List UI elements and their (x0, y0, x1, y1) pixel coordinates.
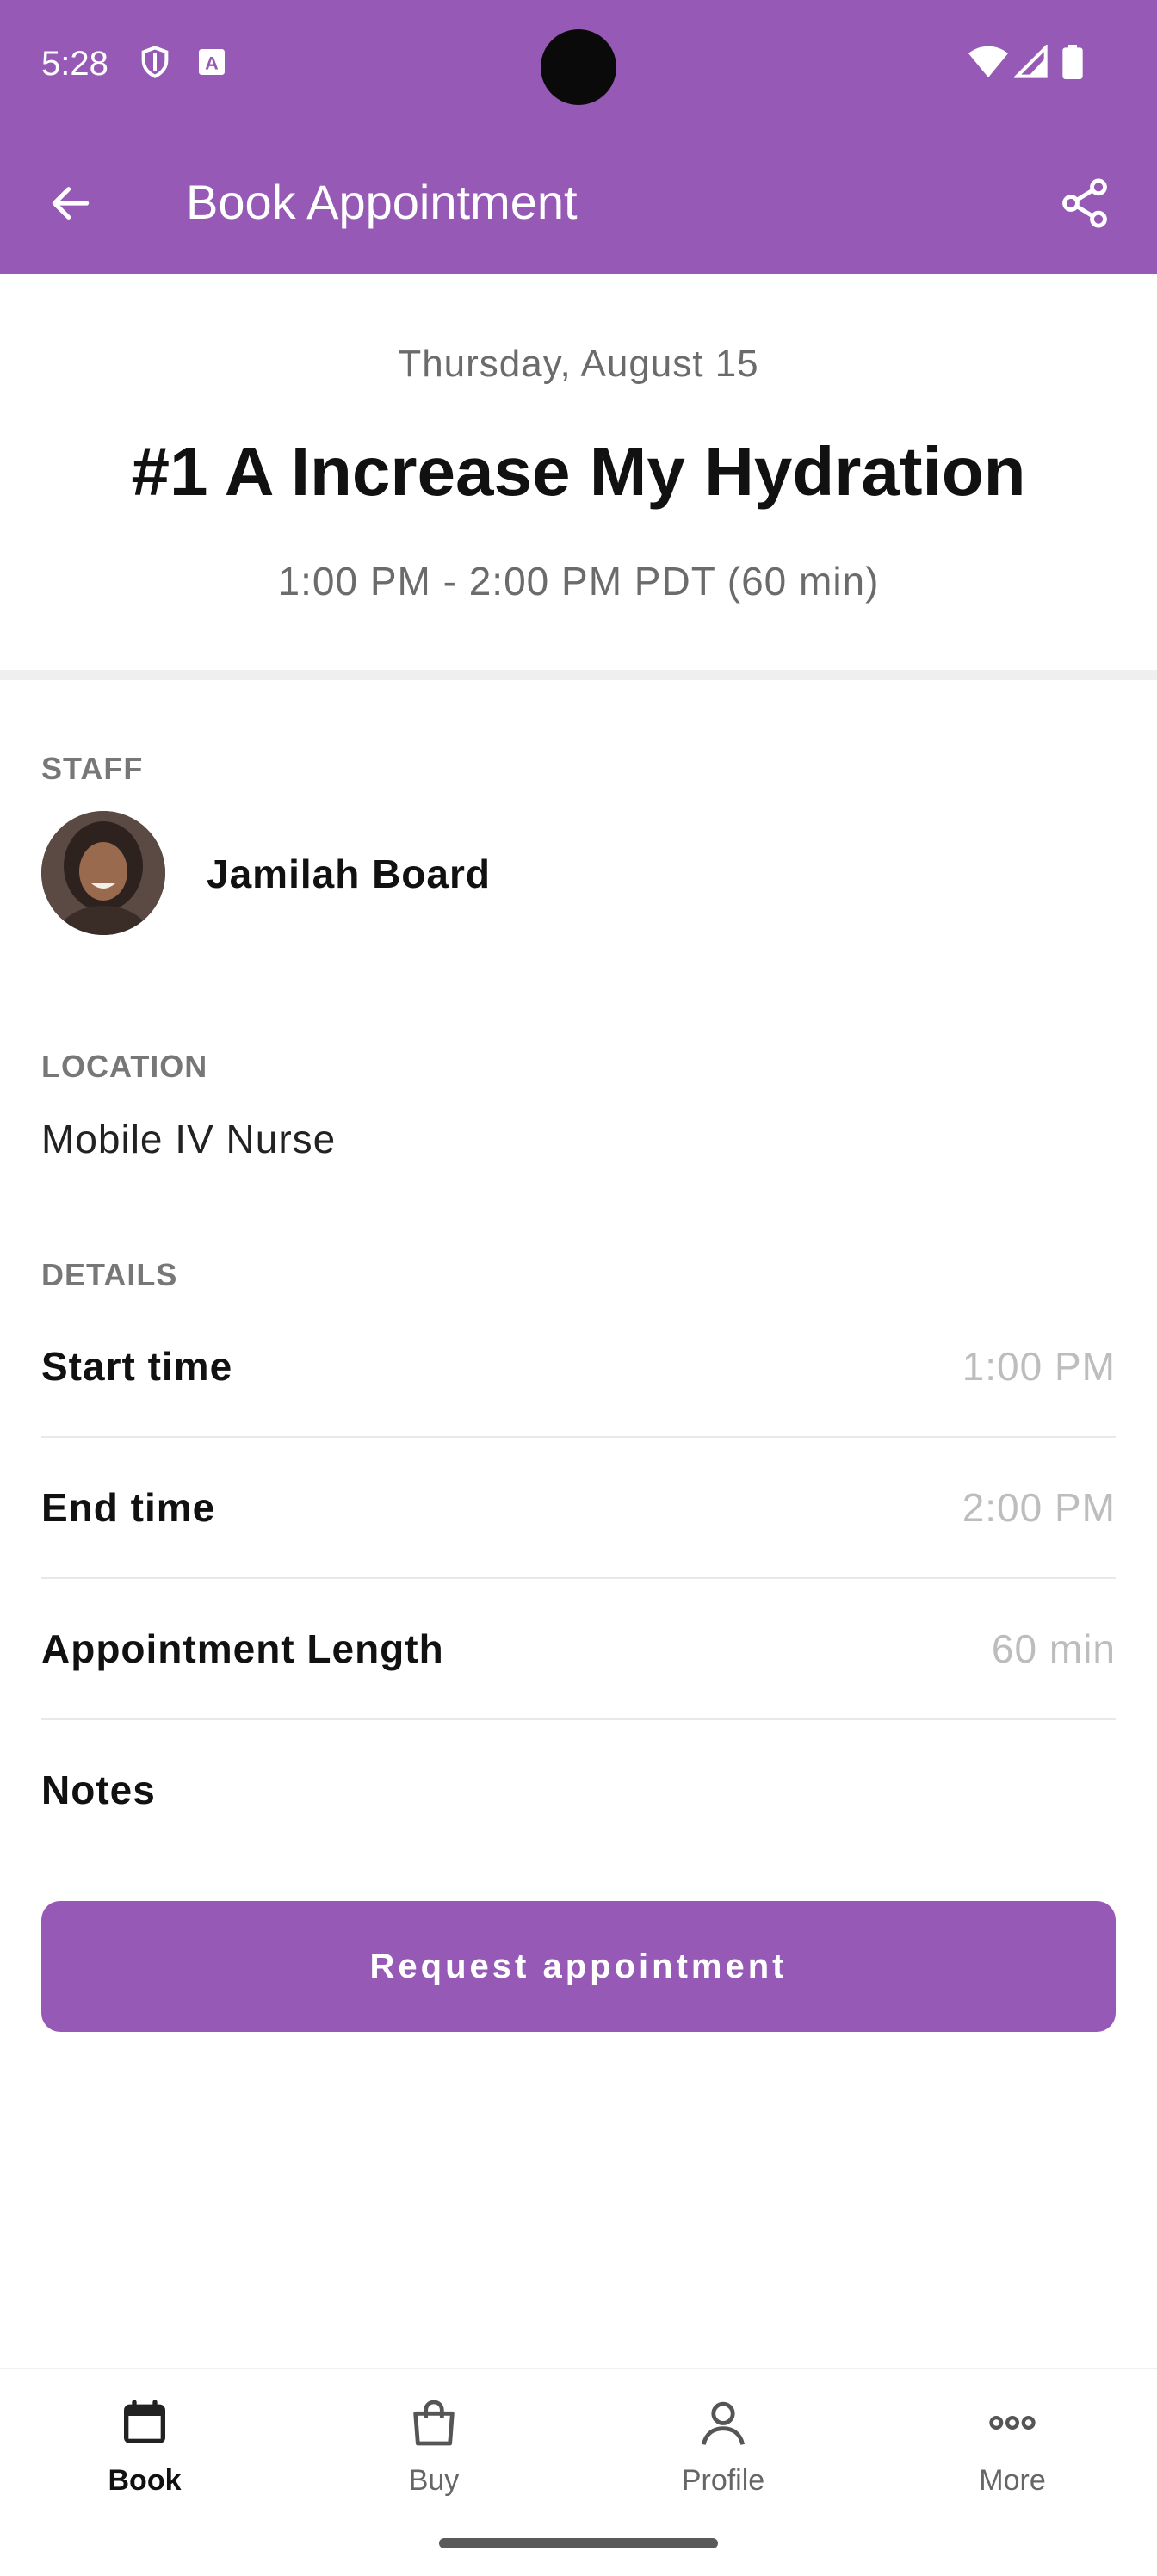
section-divider (0, 670, 1157, 680)
wifi-icon (968, 45, 1009, 79)
share-icon (1057, 176, 1112, 235)
location-section-label: LOCATION (41, 1049, 208, 1084)
appointment-time-range: 1:00 PM - 2:00 PM PDT (60 min) (277, 559, 880, 604)
appointment-date: Thursday, August 15 (398, 343, 759, 385)
detail-label: Appointment Length (41, 1626, 444, 1671)
detail-label: Start time (41, 1344, 233, 1389)
location-value: Mobile IV Nurse (41, 1117, 337, 1161)
detail-row-appointment-length: Appointment Length 60 min (41, 1579, 1116, 1720)
nav-item-profile[interactable]: Profile (578, 2369, 868, 2542)
nav-label: Book (108, 2464, 182, 2497)
nav-label: Buy (408, 2464, 460, 2497)
nav-item-buy[interactable]: Buy (289, 2369, 578, 2542)
share-button[interactable] (1050, 170, 1119, 239)
svg-text:A: A (205, 52, 219, 73)
arrow-left-icon (46, 179, 95, 232)
status-bar: 5:28 A (0, 0, 1157, 131)
detail-value: 2:00 PM (962, 1485, 1116, 1530)
shield-icon (138, 45, 172, 79)
nav-label: More (979, 2464, 1046, 2497)
staff-section-label: STAFF (41, 751, 144, 786)
home-indicator[interactable] (439, 2538, 718, 2548)
appointment-header: Thursday, August 15 #1 A Increase My Hyd… (0, 274, 1157, 672)
detail-value: 1:00 PM (962, 1344, 1116, 1389)
battery-icon (1061, 45, 1085, 79)
font-a-icon: A (195, 45, 229, 79)
nav-item-book[interactable]: Book (0, 2369, 289, 2542)
status-time: 5:28 (41, 45, 108, 83)
appointment-title: #1 A Increase My Hydration (131, 433, 1026, 510)
staff-name[interactable]: Jamilah Board (207, 851, 491, 897)
more-dots-icon (981, 2392, 1043, 2454)
detail-row-start-time: Start time 1:00 PM (41, 1297, 1116, 1438)
camera-cutout (541, 29, 616, 105)
app-bar: Book Appointment (0, 131, 1157, 274)
person-icon (692, 2392, 754, 2454)
detail-row-notes[interactable]: Notes (41, 1720, 1116, 1861)
back-button[interactable] (38, 172, 103, 238)
detail-label: Notes (41, 1768, 156, 1812)
detail-value: 60 min (991, 1626, 1116, 1671)
request-appointment-button[interactable]: Request appointment (41, 1901, 1116, 2032)
nav-label: Profile (681, 2464, 765, 2497)
shopping-bag-icon (403, 2392, 465, 2454)
calendar-icon (114, 2392, 176, 2454)
detail-row-end-time: End time 2:00 PM (41, 1438, 1116, 1579)
details-section-label: DETAILS (41, 1257, 178, 1292)
detail-label: End time (41, 1485, 216, 1530)
page-title: Book Appointment (186, 175, 578, 229)
nav-item-more[interactable]: More (868, 2369, 1157, 2542)
avatar (41, 811, 165, 935)
signal-icon (1012, 43, 1049, 79)
